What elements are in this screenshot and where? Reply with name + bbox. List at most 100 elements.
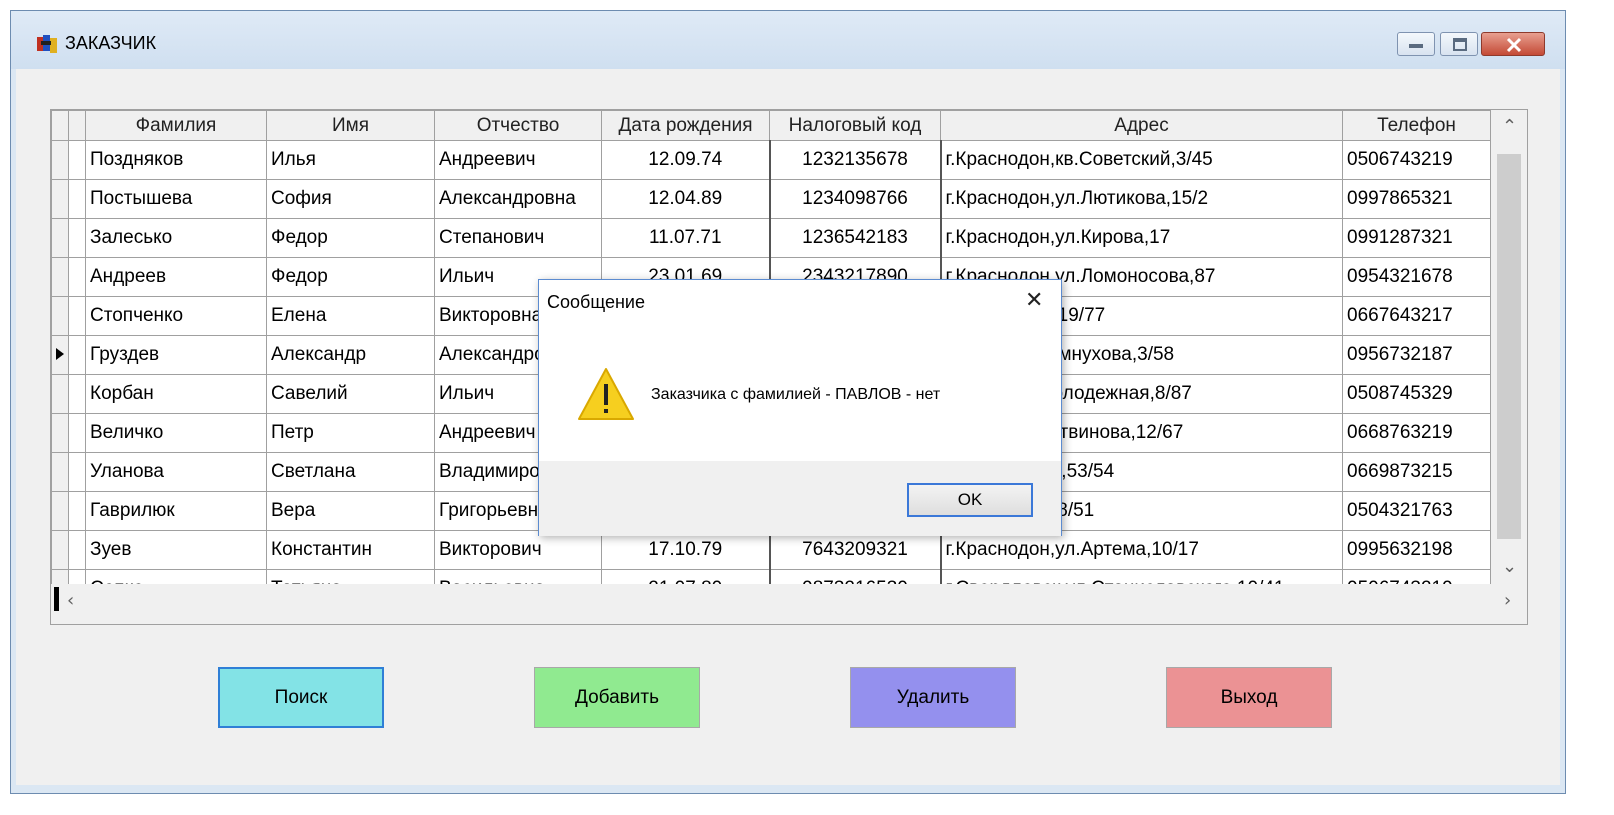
table-cell[interactable]: София — [266, 179, 435, 219]
table-cell[interactable]: г.Краснодон,ул.Кирова,17 — [940, 218, 1343, 258]
table-cell[interactable]: Светлана — [266, 452, 435, 492]
row-indicator[interactable] — [51, 374, 69, 414]
row-selector[interactable] — [68, 179, 86, 219]
row-selector[interactable] — [68, 530, 86, 570]
horizontal-scrollbar[interactable]: ‹ › — [51, 584, 1527, 624]
table-cell[interactable]: 0954321678 — [1342, 257, 1491, 297]
row-selector[interactable] — [68, 140, 86, 180]
table-cell[interactable]: Андреев — [85, 257, 267, 297]
table-cell[interactable]: Александр — [266, 335, 435, 375]
table-cell[interactable]: Величко — [85, 413, 267, 453]
table-cell[interactable]: 0669873215 — [1342, 452, 1491, 492]
scroll-down-icon[interactable]: ⌄ — [1502, 556, 1517, 577]
table-cell[interactable]: Константин — [266, 530, 435, 570]
row-indicator[interactable] — [51, 179, 69, 219]
row-indicator[interactable] — [51, 491, 69, 531]
vertical-scroll-thumb[interactable] — [1497, 154, 1521, 539]
table-cell[interactable]: 1234098766 — [768, 179, 942, 219]
table-cell[interactable]: Зуев — [85, 530, 267, 570]
row-selector[interactable] — [68, 335, 86, 375]
table-cell[interactable]: 0506743219 — [1342, 140, 1491, 180]
row-indicator[interactable] — [51, 140, 69, 180]
table-row[interactable]: СопкоТатьянаВасильевна21.07.809873216530… — [51, 569, 1491, 584]
table-cell[interactable]: Поздняков — [85, 140, 267, 180]
table-cell[interactable]: 0506743219 — [1342, 569, 1491, 584]
table-cell[interactable]: 7643209321 — [768, 530, 942, 570]
table-cell[interactable]: Вера — [266, 491, 435, 531]
table-cell[interactable]: Викторович — [434, 530, 602, 570]
table-row[interactable]: Постышева София Александровна 12.04.89 12340… — [51, 179, 1491, 219]
row-indicator[interactable] — [51, 296, 69, 336]
row-indicator[interactable] — [51, 452, 69, 492]
column-header[interactable]: Дата рождения — [601, 110, 770, 141]
table-cell[interactable]: Груздев — [85, 335, 267, 375]
table-cell[interactable]: 1236542183 — [768, 218, 942, 258]
table-cell[interactable]: 0997865321 — [1342, 179, 1491, 219]
table-cell[interactable]: Петр — [266, 413, 435, 453]
horizontal-scroll-thumb[interactable] — [54, 587, 59, 611]
column-header[interactable]: Фамилия — [85, 110, 267, 141]
row-selector[interactable] — [68, 452, 86, 492]
table-row[interactable]: Залесько Федор Степанович 11.07.71 123654218… — [51, 218, 1491, 258]
scroll-up-icon[interactable]: ⌃ — [1502, 116, 1517, 137]
table-cell[interactable]: 1232135678 — [768, 140, 942, 180]
exit-button[interactable]: Выход — [1166, 667, 1332, 728]
table-cell[interactable]: 0956732187 — [1342, 335, 1491, 375]
table-cell[interactable]: г.Свердловск,ул.Станиславского,10/41 — [940, 569, 1343, 584]
scroll-left-icon[interactable]: ‹ — [67, 590, 74, 611]
table-cell[interactable]: Илья — [266, 140, 435, 180]
row-selector[interactable] — [68, 257, 86, 297]
maximize-button[interactable] — [1440, 32, 1478, 56]
close-button[interactable] — [1481, 32, 1545, 56]
row-selector[interactable] — [68, 413, 86, 453]
table-cell[interactable]: 0508745329 — [1342, 374, 1491, 414]
table-cell[interactable]: Федор — [266, 257, 435, 297]
table-cell[interactable]: 0667643217 — [1342, 296, 1491, 336]
table-cell[interactable]: г.Краснодон,ул.Артема,10/17 — [940, 530, 1343, 570]
row-indicator[interactable] — [51, 569, 69, 584]
table-row[interactable]: Поздняков Илья Андреевич 12.09.74 1232135678… — [51, 140, 1491, 180]
column-header[interactable]: Отчество — [434, 110, 602, 141]
column-header[interactable]: Имя — [266, 110, 435, 141]
vertical-scrollbar[interactable]: ⌃ ⌄ — [1491, 110, 1527, 584]
table-cell[interactable]: Залесько — [85, 218, 267, 258]
scroll-right-icon[interactable]: › — [1504, 590, 1511, 611]
table-cell[interactable]: 0668763219 — [1342, 413, 1491, 453]
table-cell[interactable]: г.Краснодон,ул.Лютикова,15/2 — [940, 179, 1343, 219]
dialog-close-icon[interactable]: ✕ — [1025, 288, 1043, 313]
column-header[interactable]: Адрес — [940, 110, 1343, 141]
table-cell[interactable]: 12.04.89 — [601, 179, 770, 219]
table-cell[interactable]: 11.07.71 — [601, 218, 770, 258]
row-indicator[interactable] — [51, 335, 69, 375]
table-cell[interactable]: Степанович — [434, 218, 602, 258]
row-selector[interactable] — [68, 218, 86, 258]
row-selector[interactable] — [68, 491, 86, 531]
search-button[interactable]: Поиск — [218, 667, 384, 728]
row-selector[interactable] — [68, 296, 86, 336]
table-cell[interactable]: Елена — [266, 296, 435, 336]
table-cell[interactable]: 0504321763 — [1342, 491, 1491, 531]
table-cell[interactable]: Федор — [266, 218, 435, 258]
row-indicator[interactable] — [51, 413, 69, 453]
minimize-button[interactable] — [1397, 32, 1435, 56]
add-button[interactable]: Добавить — [534, 667, 700, 728]
row-selector[interactable] — [68, 569, 86, 584]
table-cell[interactable]: Васильевна — [434, 569, 602, 584]
table-cell[interactable]: 9873216530 — [768, 569, 942, 584]
table-cell[interactable]: Стопченко — [85, 296, 267, 336]
table-cell[interactable]: 17.10.79 — [601, 530, 770, 570]
table-cell[interactable]: 12.09.74 — [601, 140, 770, 180]
column-header[interactable]: Налоговый код — [769, 110, 941, 141]
table-cell[interactable]: Гаврилюк — [85, 491, 267, 531]
delete-button[interactable]: Удалить — [850, 667, 1016, 728]
ok-button[interactable]: OK — [907, 483, 1033, 517]
table-cell[interactable]: 0995632198 — [1342, 530, 1491, 570]
row-indicator[interactable] — [51, 218, 69, 258]
table-cell[interactable]: Корбан — [85, 374, 267, 414]
table-cell[interactable]: Уланова — [85, 452, 267, 492]
row-selector[interactable] — [68, 374, 86, 414]
table-cell[interactable]: Андреевич — [434, 140, 602, 180]
table-cell[interactable]: Сопко — [85, 569, 267, 584]
table-cell[interactable]: Александровна — [434, 179, 602, 219]
row-indicator[interactable] — [51, 530, 69, 570]
